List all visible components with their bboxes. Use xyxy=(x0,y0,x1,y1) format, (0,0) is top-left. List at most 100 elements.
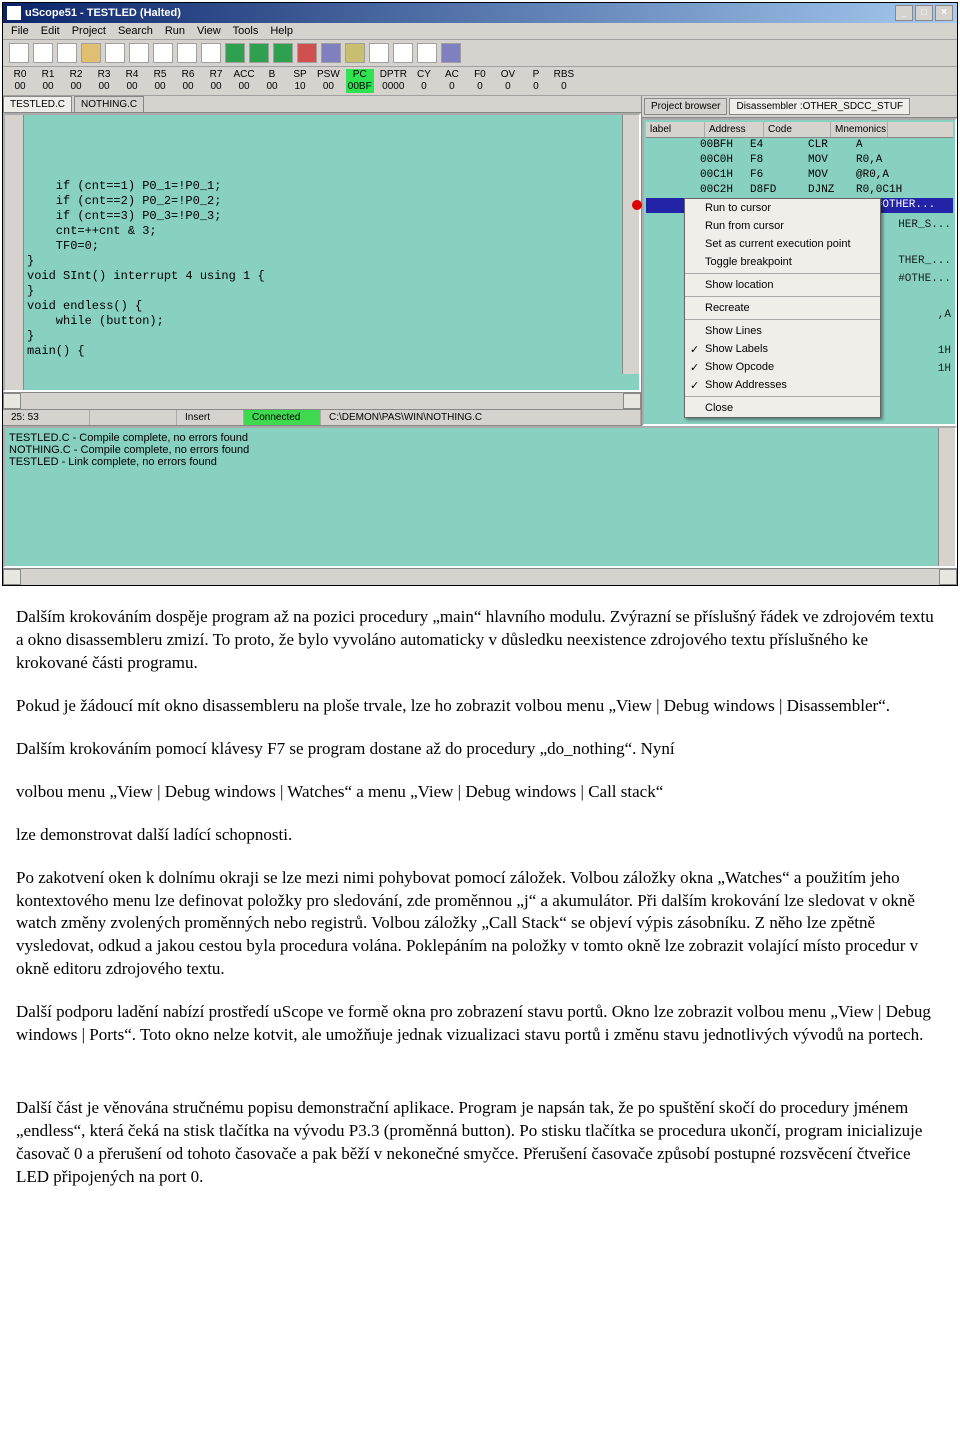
maximize-button[interactable]: □ xyxy=(915,5,933,21)
toolbar-button-11[interactable] xyxy=(273,43,293,63)
tab-testled[interactable]: TESTLED.C xyxy=(3,96,72,112)
status-bar: 25: 53 Insert Connected C:\DEMON\PAS\WIN… xyxy=(3,409,641,426)
toolbar-button-0[interactable] xyxy=(9,43,29,63)
register-SP: SP10 xyxy=(289,69,311,93)
menu-run[interactable]: Run xyxy=(165,25,185,37)
menu-item[interactable]: Show Opcode xyxy=(685,358,880,376)
article-p2: Pokud je žádoucí mít okno disassembleru … xyxy=(16,695,944,718)
titlebar: uScope51 - TESTLED (Halted) _ □ × xyxy=(3,3,957,23)
toolbar-button-7[interactable] xyxy=(177,43,197,63)
disasm-fragment xyxy=(898,288,951,306)
disasm-row[interactable]: 00BFHE4CLRA xyxy=(646,138,953,153)
register-bar: R000R100R200R300R400R500R600R700ACC00B00… xyxy=(3,67,957,96)
menu-view[interactable]: View xyxy=(197,25,221,37)
disasm-fragment: 1H xyxy=(898,342,951,360)
register-ACC: ACC00 xyxy=(233,69,255,93)
tab-nothing[interactable]: NOTHING.C xyxy=(74,96,144,112)
tab-project-browser[interactable]: Project browser xyxy=(644,98,727,115)
register-R4: R400 xyxy=(121,69,143,93)
menu-item[interactable]: Show Labels xyxy=(685,340,880,358)
status-cursor-pos: 25: 53 xyxy=(3,410,90,425)
register-F0: F00 xyxy=(469,69,491,93)
menu-item[interactable]: Toggle breakpoint xyxy=(685,253,880,271)
register-R3: R300 xyxy=(93,69,115,93)
code-line: } xyxy=(27,329,637,344)
register-PC: PC00BF xyxy=(346,69,374,93)
code-line: if (cnt==2) P0_2=!P0_2; xyxy=(27,194,637,209)
register-R7: R700 xyxy=(205,69,227,93)
toolbar-button-8[interactable] xyxy=(201,43,221,63)
menu-edit[interactable]: Edit xyxy=(41,25,60,37)
ide-window: uScope51 - TESTLED (Halted) _ □ × File E… xyxy=(2,2,958,586)
toolbar-button-4[interactable] xyxy=(105,43,125,63)
toolbar-button-10[interactable] xyxy=(249,43,269,63)
disasm-row[interactable]: 00C1HF6MOV@R0,A xyxy=(646,168,953,183)
menu-item[interactable]: Recreate xyxy=(685,299,880,317)
menu-item[interactable]: Close xyxy=(685,399,880,417)
toolbar-button-1[interactable] xyxy=(33,43,53,63)
toolbar-button-6[interactable] xyxy=(153,43,173,63)
toolbar-button-5[interactable] xyxy=(129,43,149,63)
disasm-fragment: THER_... xyxy=(898,252,951,270)
code-line: TF0=0; xyxy=(27,239,637,254)
menu-item[interactable]: Run to cursor xyxy=(685,199,880,217)
code-line: } xyxy=(27,284,637,299)
messages-vscrollbar[interactable] xyxy=(938,428,955,566)
editor-hscrollbar[interactable] xyxy=(3,392,641,409)
menu-item[interactable]: Show location xyxy=(685,276,880,294)
code-line: if (cnt==1) P0_1=!P0_1; xyxy=(27,179,637,194)
menu-tools[interactable]: Tools xyxy=(233,25,259,37)
close-button[interactable]: × xyxy=(935,5,953,21)
menu-separator xyxy=(685,296,880,297)
messages-hscrollbar[interactable] xyxy=(3,568,957,585)
message-line: TESTLED - Link complete, no errors found xyxy=(9,456,951,468)
right-tabs: Project browser Disassembler :OTHER_SDCC… xyxy=(642,96,957,118)
menu-file[interactable]: File xyxy=(11,25,29,37)
disasm-fragment: 1H xyxy=(898,360,951,378)
toolbar-button-12[interactable] xyxy=(297,43,317,63)
menu-item[interactable]: Set as current execution point xyxy=(685,235,880,253)
code-line: void endless() { xyxy=(27,299,637,314)
toolbar-button-9[interactable] xyxy=(225,43,245,63)
menu-search[interactable]: Search xyxy=(118,25,153,37)
context-menu: Run to cursorRun from cursorSet as curre… xyxy=(684,198,881,418)
toolbar-button-2[interactable] xyxy=(57,43,77,63)
register-R5: R500 xyxy=(149,69,171,93)
status-connected: Connected xyxy=(244,410,321,425)
toolbar-button-17[interactable] xyxy=(417,43,437,63)
col-code: Code xyxy=(764,122,831,137)
disasm-fragment: HER_S... xyxy=(898,216,951,234)
disasm-row[interactable]: 00C0HF8MOVR0,A xyxy=(646,153,953,168)
toolbar-button-15[interactable] xyxy=(369,43,389,63)
main-area: TESTLED.C NOTHING.C if (cnt==1) P0_1=!P0… xyxy=(3,96,957,426)
breakpoint-icon xyxy=(632,200,642,210)
toolbar-button-18[interactable] xyxy=(441,43,461,63)
menu-help[interactable]: Help xyxy=(270,25,293,37)
article-p3: Dalším krokováním pomocí klávesy F7 se p… xyxy=(16,738,944,761)
code-editor[interactable]: if (cnt==1) P0_1=!P0_1; if (cnt==2) P0_2… xyxy=(3,113,641,392)
editor-vscrollbar[interactable] xyxy=(622,115,639,374)
window-title: uScope51 - TESTLED (Halted) xyxy=(25,7,895,19)
register-P: P0 xyxy=(525,69,547,93)
menu-separator xyxy=(685,273,880,274)
toolbar-button-3[interactable] xyxy=(81,43,101,63)
code-line: void SInt() interrupt 4 using 1 { xyxy=(27,269,637,284)
message-line: TESTLED.C - Compile complete, no errors … xyxy=(9,432,951,444)
menu-item[interactable]: Run from cursor xyxy=(685,217,880,235)
register-CY: CY0 xyxy=(413,69,435,93)
disasm-fragment: #OTHE... xyxy=(898,270,951,288)
menu-project[interactable]: Project xyxy=(72,25,106,37)
article-p4: volbou menu „View | Debug windows | Watc… xyxy=(16,781,944,804)
tab-disassembler[interactable]: Disassembler :OTHER_SDCC_STUF xyxy=(729,98,910,115)
menu-item[interactable]: Show Addresses xyxy=(685,376,880,394)
register-PSW: PSW00 xyxy=(317,69,340,93)
disasm-row[interactable]: 00C2HD8FDDJNZR0,0C1H xyxy=(646,183,953,198)
menu-item[interactable]: Show Lines xyxy=(685,322,880,340)
toolbar-button-16[interactable] xyxy=(393,43,413,63)
minimize-button[interactable]: _ xyxy=(895,5,913,21)
toolbar-button-13[interactable] xyxy=(321,43,341,63)
status-insert-mode: Insert xyxy=(177,410,244,425)
disasm-fragment xyxy=(898,324,951,342)
register-B: B00 xyxy=(261,69,283,93)
toolbar-button-14[interactable] xyxy=(345,43,365,63)
